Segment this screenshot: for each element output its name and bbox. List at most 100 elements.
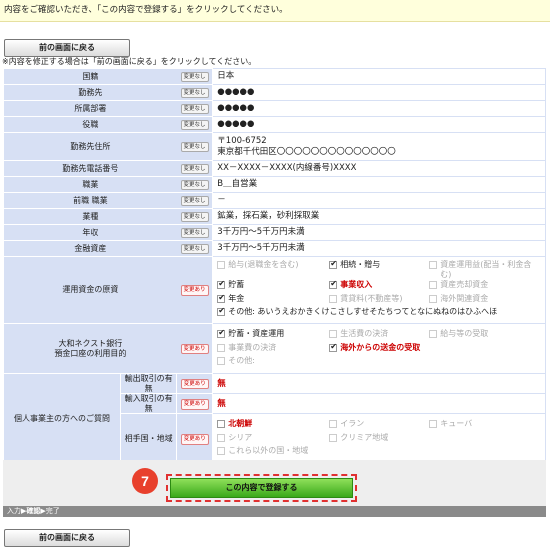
checkbox-icon[interactable]: [217, 306, 226, 317]
checkbox-icon[interactable]: [329, 329, 338, 338]
row-label: 所属部署: [2, 100, 177, 117]
change-badge: 変更なし: [180, 163, 209, 175]
checkbox-icon[interactable]: [329, 342, 338, 352]
info-row: 所属部署 変更なし ●●●●●: [2, 100, 546, 117]
change-badge: 変更あり: [180, 343, 209, 355]
checkbox-icon[interactable]: [329, 419, 338, 428]
checkbox-option: 北朝鮮: [217, 419, 329, 432]
checkbox-option: シリア: [217, 433, 329, 446]
row-label: 職業: [2, 176, 177, 193]
progress-step-complete: 完了: [45, 507, 60, 515]
partner-other: これら以外の国・地域: [217, 446, 541, 459]
checkbox-option: 年金: [217, 293, 329, 307]
checkbox-icon[interactable]: [429, 260, 438, 269]
checkbox-icon[interactable]: [217, 419, 226, 428]
checkbox-icon[interactable]: [429, 295, 438, 304]
checkbox-icon[interactable]: [329, 295, 338, 304]
row-label: 勤務先住所: [2, 132, 177, 161]
account-purpose-options: 貯蓄・資産運用生活費の決済給与等の受取事業費の決済海外からの送金の受取: [217, 328, 541, 356]
row-label: 金融資産: [2, 240, 177, 257]
import-value: 無: [212, 393, 546, 415]
back-button-bottom[interactable]: 前の画面に戻る: [4, 529, 130, 547]
partner-label: 相手国・地域: [119, 413, 178, 465]
change-badge: 変更なし: [180, 103, 209, 115]
checkbox-icon[interactable]: [329, 433, 338, 442]
sole-proprietor-label: 個人事業主の方へのご質問: [3, 372, 121, 465]
info-row: 前職 職業 変更なし－: [2, 192, 546, 209]
row-label: 国籍: [2, 68, 177, 85]
row-value: 〒100-6752 東京都千代田区〇〇〇〇〇〇〇〇〇〇〇〇〇〇: [212, 132, 546, 161]
funds-source-other: その他: あいうえおかきくけこさしすせそたちつてとなにぬねのはひふへほ: [217, 306, 541, 320]
import-label: 輸入取引の有無: [119, 393, 178, 415]
row-value: B＿自営業: [212, 176, 546, 193]
checkbox-option: 海外関連資金: [429, 294, 541, 307]
back-button-top[interactable]: 前の画面に戻る: [4, 39, 130, 57]
checkbox-icon[interactable]: [217, 260, 226, 269]
confirmation-table: 国籍 変更なし 日本 勤務先 変更なし ●●●●● 所属部署 変更なし ●●●●● 役職 変更なし ●…: [2, 68, 546, 465]
funds-source-options: 給与(退職金を含む)相続・贈与資産運用益(配当・利金含む) 貯蓄事業収入資産売却資…: [217, 259, 541, 307]
submit-button[interactable]: この内容で登録する: [166, 474, 357, 502]
checkbox-icon[interactable]: [429, 281, 438, 290]
checkbox-icon[interactable]: [217, 279, 226, 290]
checkbox-option: 貯蓄・資産運用: [217, 328, 329, 342]
row-label: 勤務先電話番号: [2, 160, 177, 177]
info-row: 勤務先住所 変更なし 〒100-6752 東京都千代田区〇〇〇〇〇〇〇〇〇〇〇〇〇〇: [2, 132, 546, 161]
progress-step-input: 入力: [7, 507, 21, 515]
row-label: 業種: [2, 208, 177, 225]
change-badge: 変更あり: [180, 434, 209, 445]
checkbox-option: 資産売却資金: [429, 280, 541, 293]
row-label: 年収: [2, 224, 177, 241]
checkbox-option: 海外からの送金の受取: [329, 342, 429, 356]
checkbox-option: クリミア地域: [329, 433, 429, 446]
account-purpose-label: 大和ネクスト銀行 預金口座の利用目的: [2, 323, 177, 374]
row-value: ●●●●●: [212, 116, 546, 133]
info-row: 勤務先 変更なし ●●●●●: [2, 84, 546, 101]
checkbox-option: 貯蓄: [217, 279, 329, 293]
checkbox-option: 賃貸料(不動産等): [329, 294, 429, 307]
export-label: 輸出取引の有無: [119, 372, 178, 395]
confirmation-notice: 内容をご確認いただき、「この内容で登録する」をクリックしてください。: [0, 0, 550, 22]
change-badge: 変更なし: [180, 195, 209, 207]
partner-options: 北朝鮮 イラン キューバシリア クリミア地域: [217, 419, 541, 446]
row-value: ●●●●●: [212, 84, 546, 101]
checkbox-option: 事業費の決済: [217, 343, 329, 356]
row-label: 勤務先: [2, 84, 177, 101]
account-purpose-other: その他:: [217, 356, 541, 369]
info-row: 業種 変更なし 鉱業，採石業，砂利採取業: [2, 208, 546, 225]
account-purpose-row: 大和ネクスト銀行 預金口座の利用目的 変更あり 貯蓄・資産運用生活費の決済給与等…: [2, 323, 546, 374]
row-value: ●●●●●: [212, 100, 546, 117]
row-value: XX－XXXX－XXXX(内線番号)XXXX: [212, 160, 546, 177]
checkbox-option: イラン: [329, 419, 429, 432]
change-badge: 変更あり: [180, 285, 209, 296]
funds-source-label: 運用資金の原資: [2, 256, 177, 324]
info-row: 国籍 変更なし 日本: [2, 68, 546, 85]
checkbox-icon[interactable]: [217, 446, 226, 455]
checkbox-option: 給与(退職金を含む): [217, 260, 329, 279]
checkbox-icon[interactable]: [217, 433, 226, 442]
progress-indicator: 入力▶確認▶完了: [3, 506, 546, 517]
step-number-badge: 7: [132, 468, 158, 494]
progress-step-confirm: 確認: [26, 507, 41, 515]
checkbox-icon[interactable]: [217, 343, 226, 352]
checkbox-icon[interactable]: [329, 279, 338, 290]
change-badge: 変更なし: [180, 119, 209, 131]
row-value: 3千万円～5千万円未満: [212, 240, 546, 257]
checkbox-icon[interactable]: [329, 259, 338, 269]
checkbox-icon[interactable]: [217, 293, 226, 304]
change-badge: 変更なし: [180, 71, 209, 83]
checkbox-icon[interactable]: [217, 356, 226, 365]
funds-source-row: 運用資金の原資 変更あり 給与(退職金を含む)相続・贈与資産運用益(配当・利金含…: [2, 256, 546, 324]
checkbox-icon[interactable]: [217, 328, 226, 338]
change-badge: 変更なし: [180, 141, 209, 153]
change-badge: 変更なし: [180, 179, 209, 191]
change-badge: 変更なし: [180, 243, 209, 255]
change-badge: 変更あり: [180, 378, 209, 390]
row-label: 前職 職業: [2, 192, 177, 209]
row-value: 日本: [212, 68, 546, 85]
checkbox-option: 生活費の決済: [329, 329, 429, 342]
checkbox-option: キューバ: [429, 419, 541, 432]
change-badge: 変更なし: [180, 211, 209, 223]
info-row: 職業 変更なし B＿自営業: [2, 176, 546, 193]
checkbox-icon[interactable]: [429, 329, 438, 338]
checkbox-icon[interactable]: [429, 419, 438, 428]
